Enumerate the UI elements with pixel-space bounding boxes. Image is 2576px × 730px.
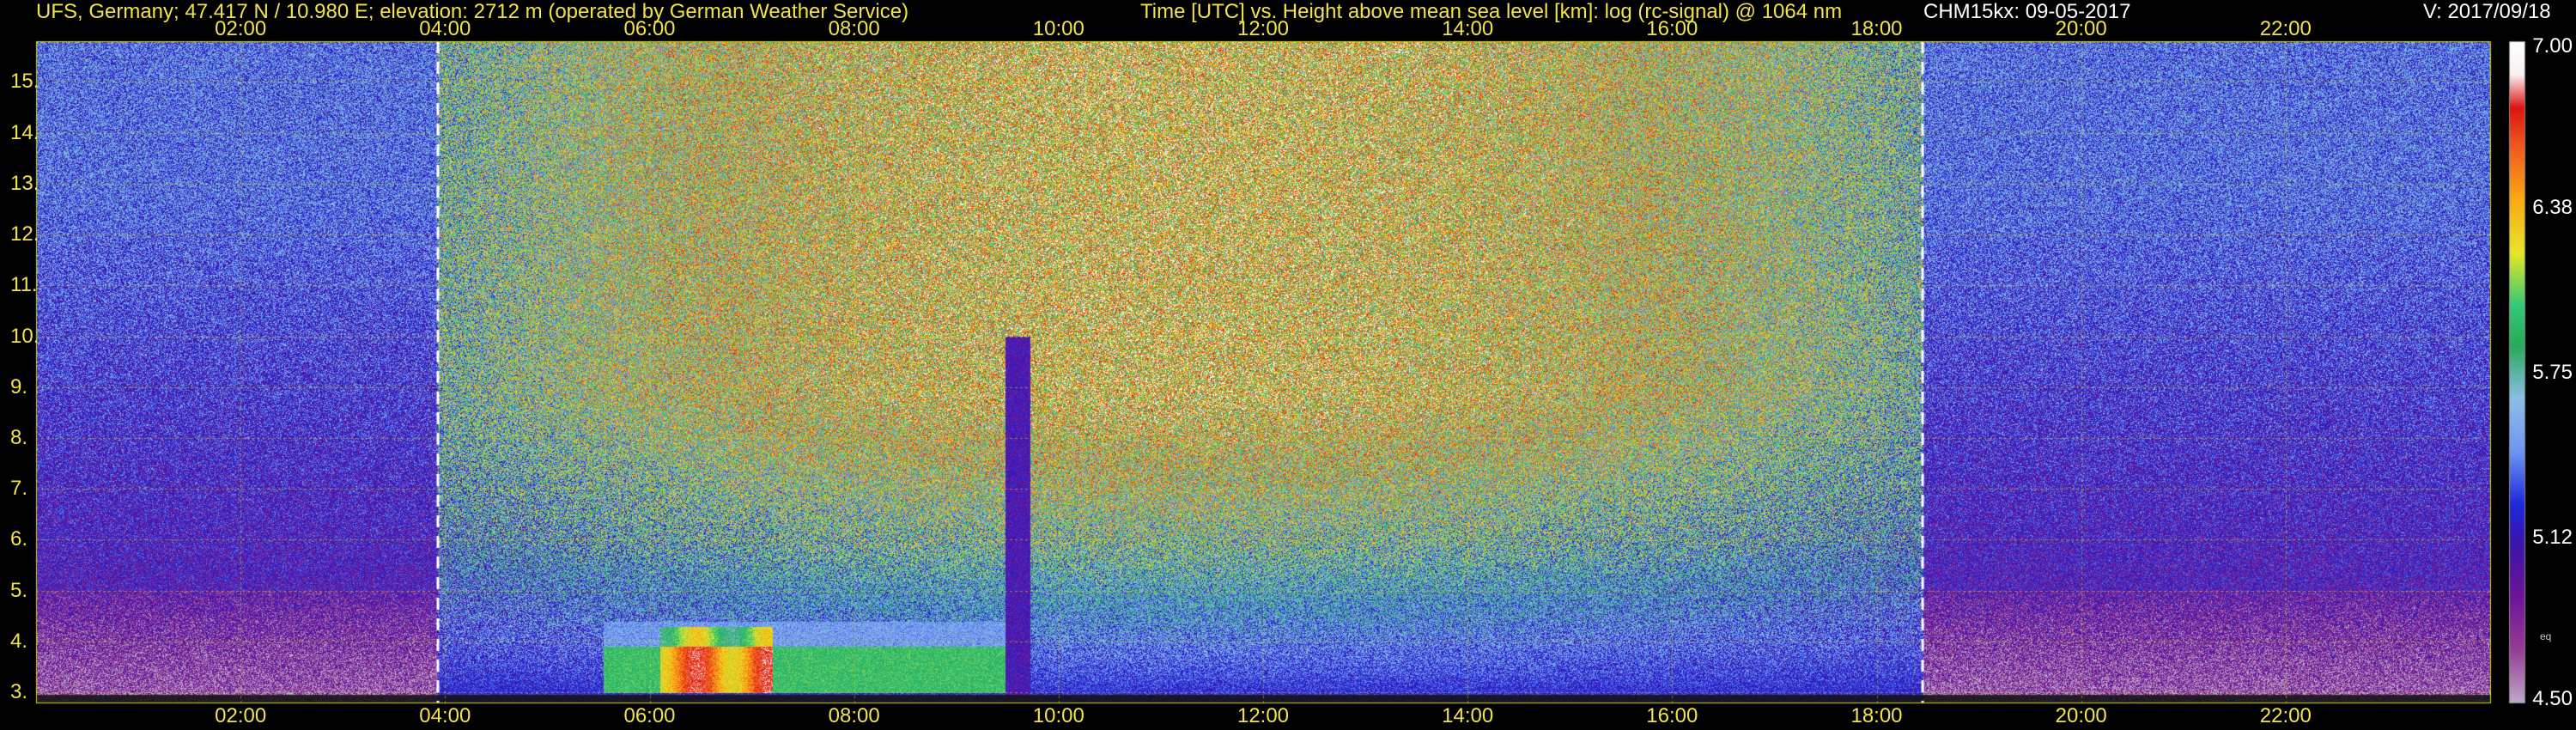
y-tick: 10. xyxy=(10,324,39,348)
x-tick-bottom: 04:00 xyxy=(419,704,471,727)
y-tick: 3. xyxy=(10,680,28,704)
x-tick-bottom: 10:00 xyxy=(1032,704,1084,727)
x-tick-bottom: 20:00 xyxy=(2055,704,2107,727)
y-tick: 4. xyxy=(10,629,28,653)
x-tick-bottom: 06:00 xyxy=(623,704,676,727)
colorbar-label-3: 5.75 xyxy=(2532,361,2573,384)
x-tick-top: 08:00 xyxy=(828,17,880,40)
y-tick: 12. xyxy=(10,222,39,246)
x-tick-top: 04:00 xyxy=(419,17,471,40)
colorbar-label-max: 7.00 xyxy=(2532,34,2573,58)
y-tick: 7. xyxy=(10,477,28,501)
x-tick-top: 18:00 xyxy=(1850,17,1903,40)
x-tick-top: 16:00 xyxy=(1646,17,1698,40)
x-tick-bottom: 16:00 xyxy=(1646,704,1698,727)
y-tick: 14. xyxy=(10,120,39,144)
y-tick: 5. xyxy=(10,578,28,602)
y-tick: 9. xyxy=(10,374,28,398)
x-tick-bottom: 08:00 xyxy=(828,704,880,727)
colorbar-label-4: 5.12 xyxy=(2532,526,2573,549)
colorbar-note: eq xyxy=(2540,630,2552,642)
x-tick-top: 12:00 xyxy=(1236,17,1290,40)
x-tick-bottom: 02:00 xyxy=(215,704,267,727)
x-tick-top: 06:00 xyxy=(623,17,676,40)
x-tick-top: 20:00 xyxy=(2055,17,2107,40)
x-tick-top: 10:00 xyxy=(1032,17,1084,40)
y-tick: 8. xyxy=(10,426,28,449)
y-tick: 13. xyxy=(10,171,39,195)
y-tick: 15. xyxy=(10,70,39,94)
version-label: V: 2017/09/18 xyxy=(2423,0,2551,23)
x-tick-bottom: 22:00 xyxy=(2259,704,2312,727)
colorbar-label-min: 4.50 xyxy=(2532,687,2573,710)
x-tick-bottom: 12:00 xyxy=(1236,704,1290,727)
colorbar-label-2: 6.38 xyxy=(2532,196,2573,219)
lidar-heatmap xyxy=(0,0,2576,730)
station-title: UFS, Germany; 47.417 N / 10.980 E; eleva… xyxy=(36,0,909,23)
x-tick-top: 14:00 xyxy=(1442,17,1494,40)
y-tick: 6. xyxy=(10,527,28,551)
x-tick-bottom: 18:00 xyxy=(1850,704,1903,727)
x-tick-bottom: 14:00 xyxy=(1442,704,1494,727)
x-tick-top: 22:00 xyxy=(2259,17,2312,40)
x-tick-top: 02:00 xyxy=(215,17,267,40)
y-tick: 11. xyxy=(10,273,38,297)
